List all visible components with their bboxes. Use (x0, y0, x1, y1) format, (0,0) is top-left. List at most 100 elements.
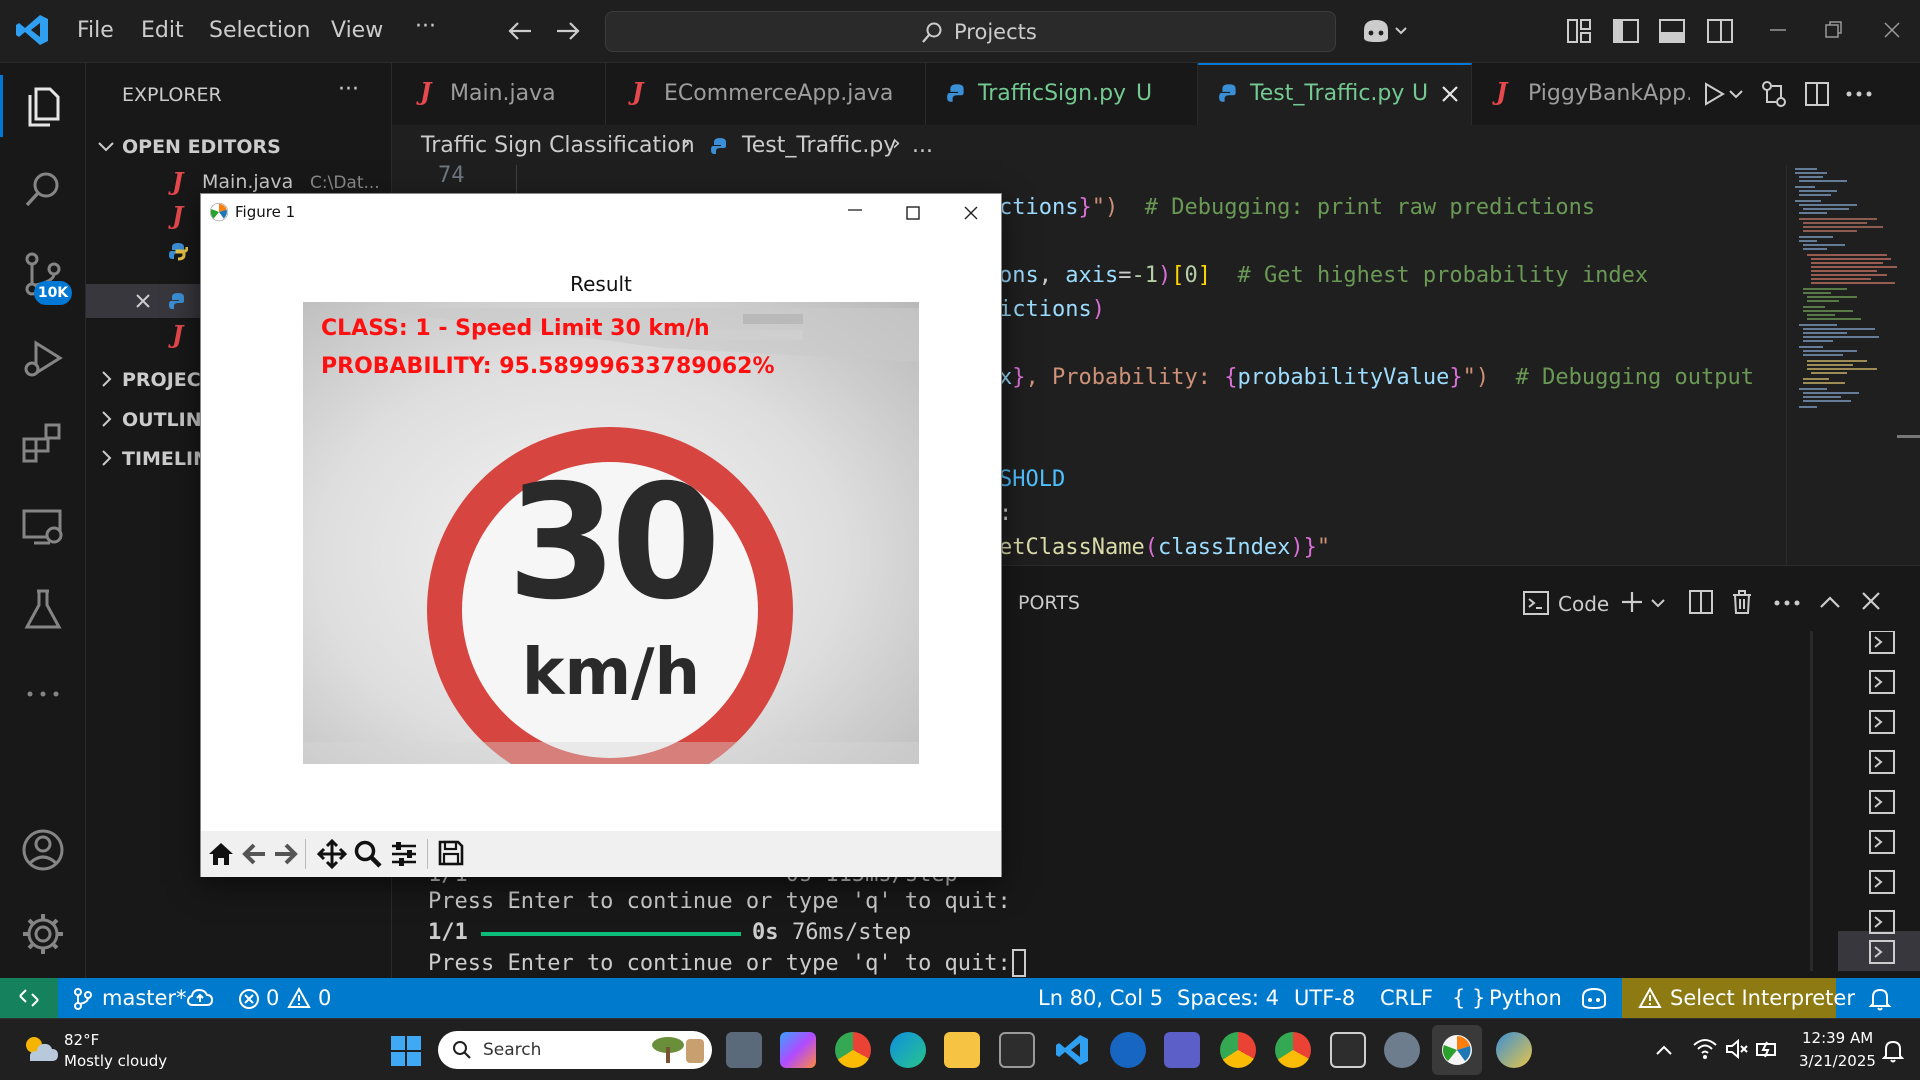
split-terminal-icon[interactable] (1688, 589, 1714, 615)
toggle-panel-icon[interactable] (1658, 18, 1686, 44)
toggle-secondary-sidebar-icon[interactable] (1706, 18, 1734, 44)
tab-trafficsign-py[interactable]: TrafficSign.py U (926, 63, 1198, 125)
select-interpreter-button[interactable]: Select Interpreter (1622, 978, 1855, 1018)
section-outline[interactable]: OUTLIN (122, 409, 202, 431)
chevron-down-icon[interactable] (1650, 598, 1666, 610)
clock-date[interactable]: 3/21/2025 (1799, 1052, 1876, 1070)
new-terminal-plus-icon[interactable] (1619, 589, 1645, 615)
clock-time[interactable]: 12:39 AM (1802, 1029, 1873, 1047)
breadcrumb-folder[interactable]: Traffic Sign Classification (421, 133, 695, 158)
indentation[interactable]: Spaces: 4 (1177, 986, 1279, 1010)
task-view-icon[interactable] (726, 1032, 762, 1068)
python-app-icon[interactable] (1496, 1032, 1532, 1068)
close-tab-icon[interactable] (1440, 84, 1460, 104)
section-timeline[interactable]: TIMELIN (122, 448, 209, 470)
wifi-icon[interactable] (1692, 1037, 1718, 1061)
menu-file[interactable]: File (77, 18, 114, 43)
more-views-icon[interactable] (18, 669, 68, 719)
notifications-bell-icon[interactable] (1868, 986, 1892, 1012)
save-floppy-icon[interactable] (437, 839, 465, 867)
pan-move-icon[interactable] (317, 839, 347, 869)
remote-indicator[interactable] (0, 978, 58, 1018)
minimize-window-icon[interactable] (1768, 28, 1788, 32)
split-editor-icon[interactable] (1804, 81, 1830, 107)
copilot-icon[interactable] (1360, 16, 1410, 46)
back-arrow-icon[interactable] (505, 18, 535, 44)
copilot-app-icon[interactable] (780, 1032, 816, 1068)
word-icon[interactable] (1110, 1032, 1146, 1068)
battery-charging-icon[interactable] (1754, 1037, 1780, 1061)
figure-minimize-icon[interactable] (847, 208, 863, 212)
explorer-icon[interactable] (18, 81, 68, 131)
customize-layout-icon[interactable] (1566, 18, 1592, 44)
zoom-magnifier-icon[interactable] (353, 839, 383, 869)
figure-close-icon[interactable] (963, 205, 979, 221)
more-actions-icon[interactable] (1774, 600, 1800, 606)
weather-description[interactable]: Mostly cloudy (64, 1052, 167, 1070)
close-panel-icon[interactable] (1860, 590, 1882, 612)
windows-start-icon[interactable] (390, 1035, 422, 1067)
remote-explorer-icon[interactable] (18, 501, 68, 551)
run-icon[interactable] (1702, 81, 1726, 107)
vscode-taskbar-icon[interactable] (1054, 1032, 1090, 1068)
compare-changes-icon[interactable] (1760, 79, 1788, 109)
settings-app-icon[interactable] (1384, 1032, 1420, 1068)
terminal-app-icon[interactable] (999, 1032, 1035, 1068)
teams-icon[interactable] (1164, 1032, 1200, 1068)
trash-icon[interactable] (1730, 588, 1754, 616)
restore-window-icon[interactable] (1824, 20, 1844, 40)
encoding[interactable]: UTF-8 (1294, 986, 1355, 1010)
more-actions-icon[interactable] (1846, 91, 1872, 97)
weather-cloudy-icon[interactable] (20, 1031, 60, 1065)
forward-arrow-icon[interactable] (553, 18, 583, 44)
matplotlib-active-tile[interactable] (1432, 1025, 1482, 1075)
chrome-icon[interactable] (835, 1032, 871, 1068)
vscode-logo-icon[interactable] (14, 12, 50, 48)
chrome-profile-icon[interactable] (1220, 1032, 1256, 1068)
tab-test-traffic-py[interactable]: Test_Traffic.py U (1198, 63, 1472, 125)
sync-cloud-icon[interactable] (186, 988, 214, 1008)
close-icon[interactable] (134, 292, 152, 310)
language-mode[interactable]: Python (1489, 986, 1562, 1010)
open-editors-header[interactable]: OPEN EDITORS (122, 136, 281, 158)
weather-temperature[interactable]: 82°F (64, 1031, 99, 1049)
taskbar-search-box[interactable]: Search (438, 1031, 712, 1069)
chevron-up-icon[interactable] (1654, 1043, 1674, 1057)
explorer-more-button[interactable]: ··· (338, 77, 359, 102)
extensions-icon[interactable] (18, 417, 68, 467)
copilot-status-icon[interactable] (1580, 986, 1608, 1010)
settings-gear-icon[interactable] (18, 909, 68, 959)
command-center-search[interactable]: Projects (605, 11, 1336, 52)
git-branch[interactable]: master* (102, 986, 187, 1010)
error-count[interactable]: 0 (266, 986, 279, 1010)
edge-icon[interactable] (890, 1032, 926, 1068)
back-arrow-icon[interactable] (241, 841, 267, 867)
tab-main-java[interactable]: J Main.java (392, 63, 606, 125)
panel-tab-ports[interactable]: PORTS (1018, 592, 1080, 614)
tab-piggybankapp[interactable]: J PiggyBankApp. (1472, 63, 1693, 125)
testing-flask-icon[interactable] (18, 585, 68, 635)
volume-muted-icon[interactable] (1724, 1037, 1750, 1061)
home-icon[interactable] (207, 841, 235, 867)
breadcrumb-symbol[interactable]: ... (912, 133, 933, 158)
forward-arrow-icon[interactable] (273, 841, 299, 867)
run-debug-icon[interactable] (18, 333, 68, 383)
end-of-line[interactable]: CRLF (1380, 986, 1433, 1010)
terminal-list-sash[interactable] (1810, 631, 1813, 971)
terminal-name[interactable]: Code (1558, 592, 1609, 616)
notification-center-bell-icon[interactable] (1882, 1039, 1904, 1063)
warning-count[interactable]: 0 (318, 986, 331, 1010)
menu-view[interactable]: View (331, 18, 383, 43)
file-explorer-icon[interactable] (944, 1032, 980, 1068)
command-prompt-icon[interactable] (1330, 1032, 1366, 1068)
minimap-slider[interactable] (1897, 435, 1920, 438)
menu-selection[interactable]: Selection (209, 18, 310, 43)
chevron-down-icon[interactable] (1728, 89, 1744, 101)
figure-maximize-icon[interactable] (905, 205, 921, 221)
tab-ecommerceapp-java[interactable]: J ECommerceApp.java (606, 63, 926, 125)
search-icon[interactable] (18, 165, 68, 215)
toggle-primary-sidebar-icon[interactable] (1612, 18, 1640, 44)
cursor-position[interactable]: Ln 80, Col 5 (1038, 986, 1163, 1010)
menu-edit[interactable]: Edit (141, 18, 184, 43)
figure-titlebar[interactable]: Figure 1 (201, 194, 1001, 230)
